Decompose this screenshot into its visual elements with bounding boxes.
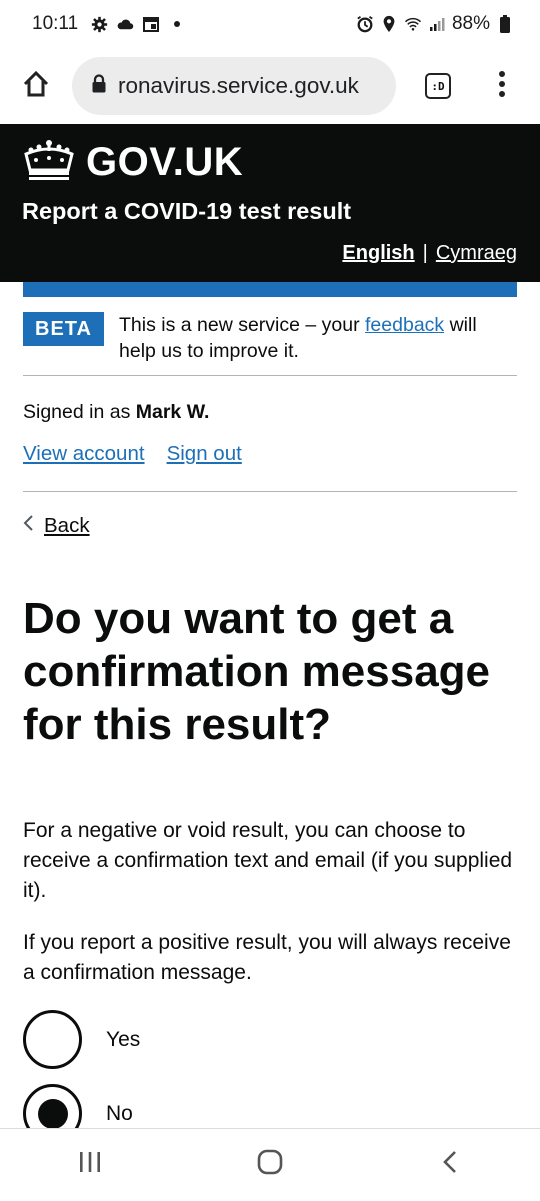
header-accent-bar bbox=[23, 282, 517, 297]
settings-gear-icon bbox=[90, 15, 108, 33]
back-nav-button[interactable] bbox=[360, 1129, 540, 1201]
chevron-left-icon bbox=[23, 514, 34, 538]
cloud-icon bbox=[116, 15, 134, 33]
tab-switcher-button[interactable]: :D bbox=[396, 48, 480, 124]
lock-icon bbox=[92, 73, 106, 99]
govuk-header: GOV.UK Report a COVID-19 test result Eng… bbox=[0, 124, 540, 282]
back-link[interactable]: Back bbox=[23, 514, 90, 538]
account-links: View account Sign out bbox=[23, 442, 242, 466]
url-text: ronavirus.service.gov.uk bbox=[118, 73, 359, 98]
page-title: Do you want to get a confirmation messag… bbox=[23, 594, 491, 749]
language-separator: | bbox=[422, 242, 428, 264]
tab-switcher-icon: :D bbox=[425, 73, 451, 99]
signal-icon bbox=[428, 15, 446, 33]
language-cymraeg-link[interactable]: Cymraeg bbox=[436, 242, 517, 265]
language-english-link[interactable]: English bbox=[342, 242, 414, 265]
radio-yes-label[interactable]: Yes bbox=[106, 1028, 140, 1052]
govuk-logo-link[interactable]: GOV.UK bbox=[22, 138, 243, 187]
user-name: Mark W. bbox=[135, 401, 210, 423]
phase-text-before: This is a new service – your bbox=[119, 314, 366, 336]
android-nav-bar bbox=[0, 1128, 540, 1200]
home-icon bbox=[22, 70, 50, 103]
radio-yes-input[interactable] bbox=[23, 1010, 82, 1069]
service-name[interactable]: Report a COVID-19 test result bbox=[22, 198, 351, 225]
divider bbox=[23, 375, 517, 376]
signed-in-prefix: Signed in as bbox=[23, 401, 136, 423]
info-paragraph-negative: For a negative or void result, you can c… bbox=[23, 819, 513, 902]
crown-icon bbox=[22, 138, 76, 187]
phase-banner-text: This is a new service – your feedback wi… bbox=[119, 312, 499, 364]
battery-icon bbox=[496, 15, 514, 33]
home-nav-button[interactable] bbox=[180, 1129, 360, 1201]
phase-banner: BETA This is a new service – your feedba… bbox=[23, 312, 517, 364]
home-circle-icon bbox=[257, 1149, 283, 1180]
overflow-menu-button[interactable] bbox=[480, 48, 524, 124]
home-button[interactable] bbox=[0, 48, 72, 124]
calendar-icon bbox=[142, 15, 160, 33]
back-link-label: Back bbox=[44, 514, 90, 537]
recent-apps-icon bbox=[78, 1151, 102, 1178]
sign-out-link[interactable]: Sign out bbox=[167, 442, 242, 466]
radio-option-yes[interactable]: Yes bbox=[23, 1010, 140, 1069]
location-pin-icon bbox=[380, 15, 398, 33]
wifi-icon bbox=[404, 15, 422, 33]
govuk-logo-text: GOV.UK bbox=[86, 140, 244, 184]
divider bbox=[23, 491, 517, 492]
radio-selected-dot bbox=[37, 1098, 68, 1129]
beta-tag: BETA bbox=[23, 312, 104, 346]
language-switcher: English | Cymraeg bbox=[342, 242, 517, 265]
browser-toolbar: ronavirus.service.gov.uk :D bbox=[0, 48, 540, 124]
feedback-link[interactable]: feedback bbox=[365, 314, 444, 336]
recent-apps-button[interactable] bbox=[0, 1129, 180, 1201]
back-chevron-icon bbox=[442, 1150, 458, 1179]
status-time: 10:11 bbox=[32, 13, 79, 34]
signed-in-text: Signed in as Mark W. bbox=[23, 401, 209, 424]
alarm-icon bbox=[356, 15, 374, 33]
view-account-link[interactable]: View account bbox=[23, 442, 145, 466]
info-paragraph-positive: If you report a positive result, you wil… bbox=[23, 931, 511, 984]
url-bar[interactable]: ronavirus.service.gov.uk bbox=[72, 57, 396, 115]
notification-dot-icon bbox=[168, 15, 186, 33]
radio-no-label[interactable]: No bbox=[106, 1102, 133, 1126]
battery-percent: 88% bbox=[451, 13, 490, 34]
status-bar: 10:11 88% bbox=[0, 0, 540, 48]
overflow-menu-icon bbox=[499, 70, 505, 102]
